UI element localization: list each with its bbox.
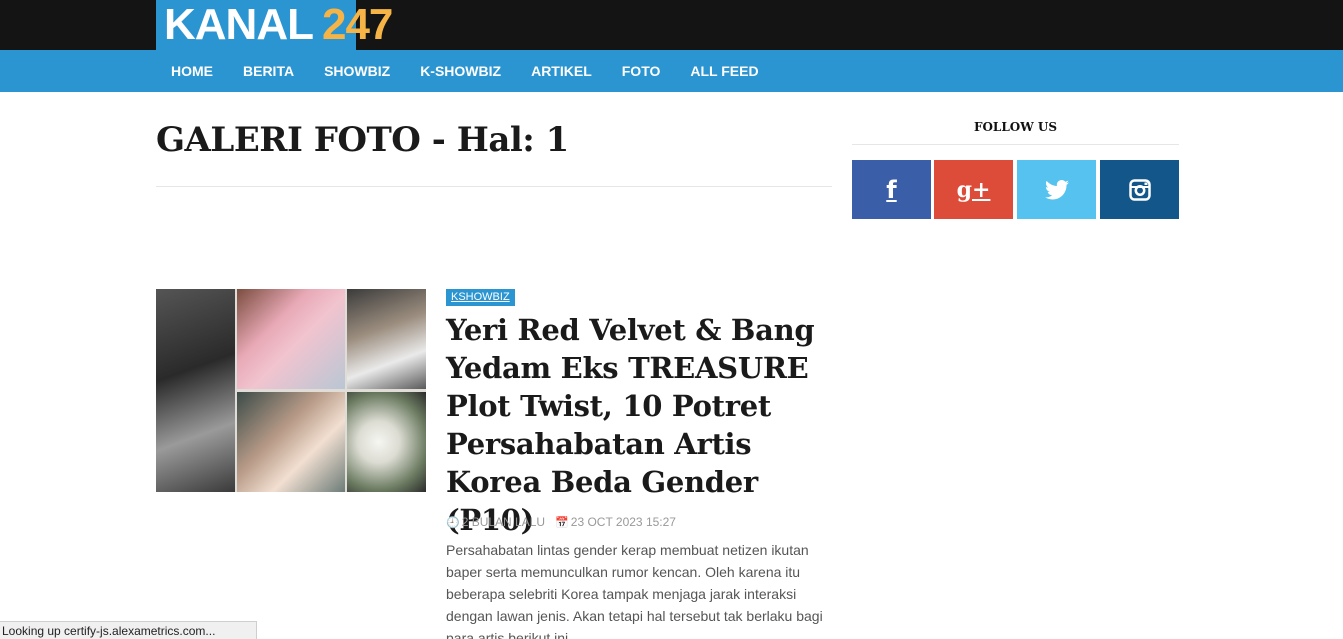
logo-text-main: KANAL: [164, 0, 314, 49]
top-bar: KANAL 247: [0, 0, 1343, 50]
nav-item-all-feed[interactable]: ALL FEED: [675, 50, 773, 92]
instagram-button[interactable]: [1100, 160, 1179, 219]
nav-menu: HOME BERITA SHOWBIZ K-SHOWBIZ ARTIKEL FO…: [156, 50, 774, 92]
nav-item-foto[interactable]: FOTO: [607, 50, 676, 92]
main-navigation: HOME BERITA SHOWBIZ K-SHOWBIZ ARTIKEL FO…: [0, 50, 1343, 92]
follow-us-heading: FOLLOW US: [973, 120, 1058, 134]
google-plus-button[interactable]: g+: [934, 160, 1013, 219]
follow-us-divider: [852, 144, 1179, 145]
logo-text-number: 247: [321, 0, 393, 49]
article-title[interactable]: Yeri Red Velvet & Bang Yedam Eks TREASUR…: [446, 311, 836, 539]
article-meta: 🕘 2 BULAN LALU 📅 23 OCT 2023 15:27: [446, 515, 676, 529]
clock-icon: 🕘: [446, 516, 460, 529]
facebook-button[interactable]: f: [852, 160, 931, 219]
thumbnail-photo-4: [347, 289, 426, 389]
google-plus-icon: g+: [956, 176, 991, 203]
calendar-icon: 📅: [555, 516, 569, 529]
thumbnail-photo-3: [237, 392, 345, 492]
thumbnail-photo-5: [347, 392, 426, 492]
publish-date: 23 OCT 2023 15:27: [570, 515, 676, 529]
facebook-icon: f: [886, 175, 897, 204]
nav-item-home[interactable]: HOME: [156, 50, 228, 92]
browser-status-bar: Looking up certify-js.alexametrics.com..…: [0, 621, 257, 639]
instagram-icon: [1128, 178, 1151, 201]
nav-item-berita[interactable]: BERITA: [228, 50, 309, 92]
nav-item-showbiz[interactable]: SHOWBIZ: [309, 50, 405, 92]
twitter-icon: [1044, 179, 1069, 199]
category-badge[interactable]: KSHOWBIZ: [446, 289, 515, 306]
title-divider: [156, 186, 832, 187]
nav-item-artikel[interactable]: ARTIKEL: [516, 50, 607, 92]
page-title: GALERI FOTO - Hal: 1: [156, 120, 569, 160]
nav-item-k-showbiz[interactable]: K-SHOWBIZ: [405, 50, 516, 92]
relative-time: 2 BULAN LALU: [461, 515, 546, 529]
article-excerpt: Persahabatan lintas gender kerap membuat…: [446, 542, 823, 639]
twitter-button[interactable]: [1017, 160, 1096, 219]
thumbnail-photo-2: [237, 289, 345, 389]
site-logo[interactable]: KANAL 247: [156, 0, 393, 50]
thumbnail-photo-1: [156, 289, 235, 492]
article-thumbnail[interactable]: [156, 289, 426, 492]
